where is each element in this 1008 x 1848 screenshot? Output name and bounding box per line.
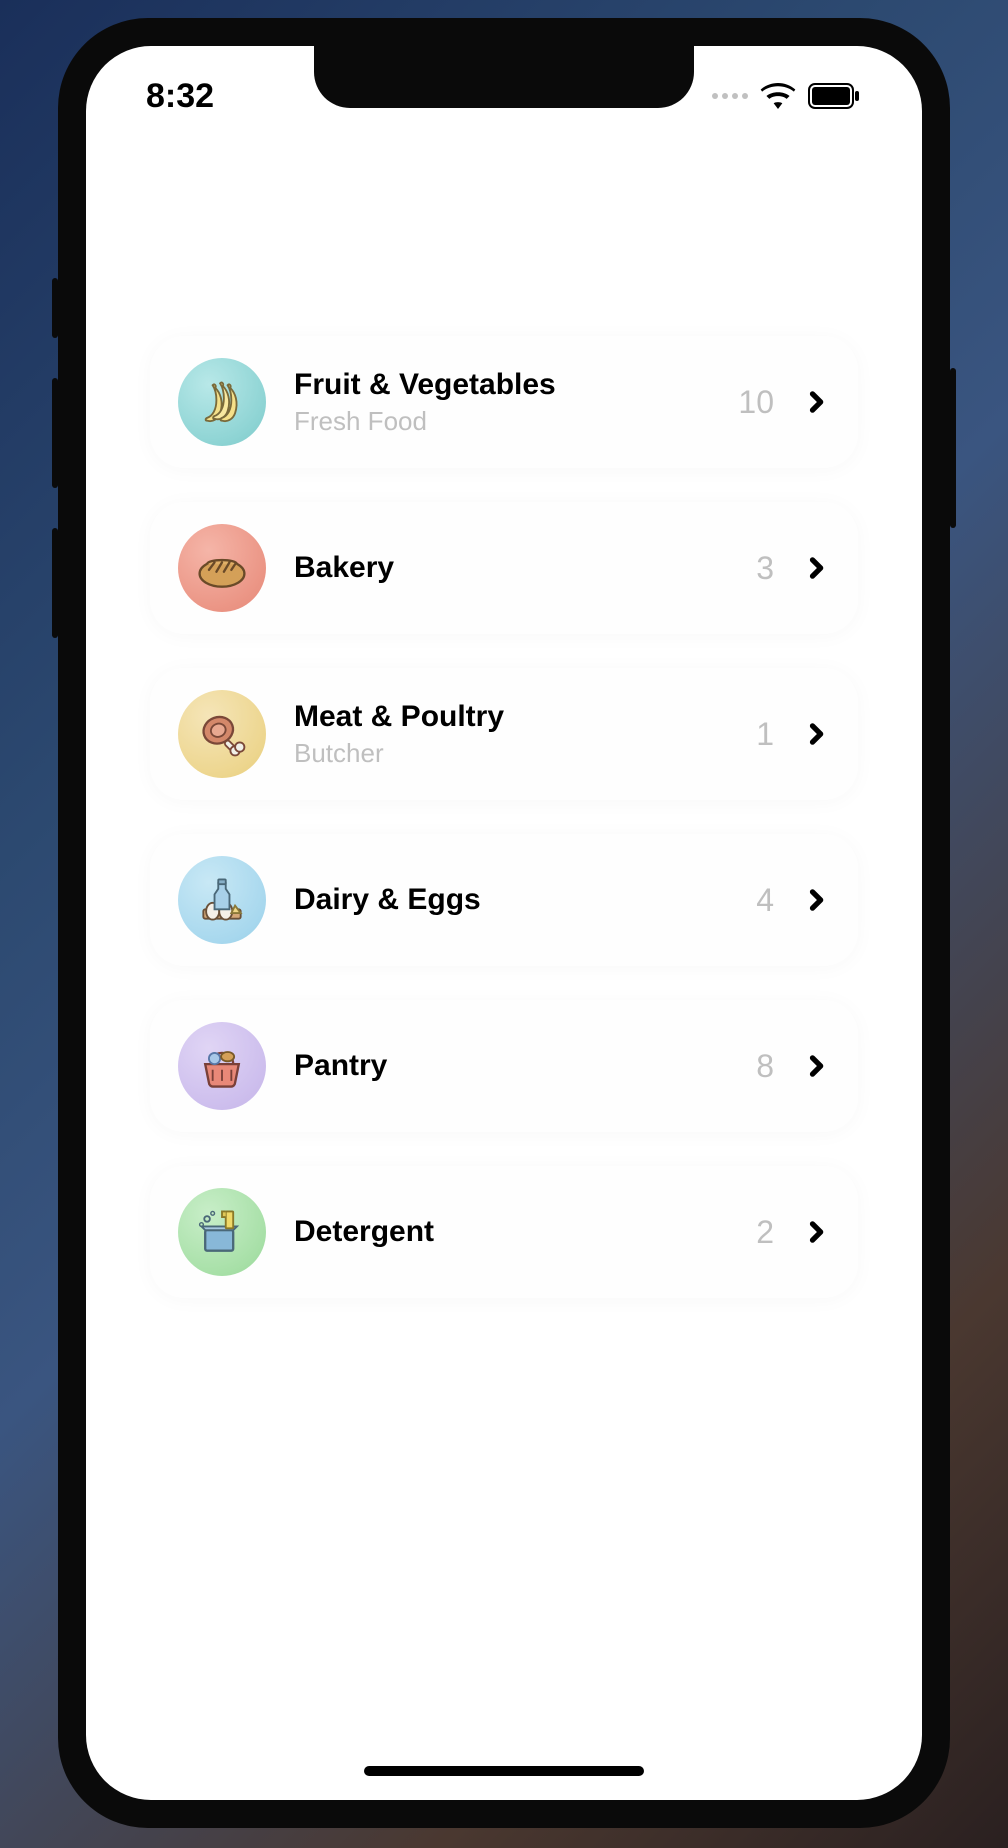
category-title: Detergent xyxy=(294,1215,756,1249)
battery-icon xyxy=(808,83,862,109)
category-text: Fruit & Vegetables Fresh Food xyxy=(294,368,738,437)
category-count: 3 xyxy=(756,550,774,587)
category-title: Fruit & Vegetables xyxy=(294,368,738,402)
status-icons xyxy=(712,83,862,109)
category-text: Pantry xyxy=(294,1049,756,1083)
home-indicator[interactable] xyxy=(364,1766,644,1776)
category-text: Detergent xyxy=(294,1215,756,1249)
bread-icon xyxy=(178,524,266,612)
cellular-icon xyxy=(712,93,748,99)
category-row-meat-poultry[interactable]: Meat & Poultry Butcher1 xyxy=(150,668,858,800)
cleaning-icon xyxy=(178,1188,266,1276)
banana-icon xyxy=(178,358,266,446)
chevron-right-icon xyxy=(802,554,830,582)
chevron-right-icon xyxy=(802,1218,830,1246)
category-title: Dairy & Eggs xyxy=(294,883,756,917)
category-text: Meat & Poultry Butcher xyxy=(294,700,756,769)
category-list: Fruit & Vegetables Fresh Food10 Bakery3 Mea… xyxy=(150,336,858,1298)
category-count: 2 xyxy=(756,1214,774,1251)
status-time: 8:32 xyxy=(146,77,214,116)
category-count: 10 xyxy=(738,384,774,421)
category-row-pantry[interactable]: Pantry8 xyxy=(150,1000,858,1132)
phone-right-buttons xyxy=(950,368,956,528)
category-text: Dairy & Eggs xyxy=(294,883,756,917)
category-count: 4 xyxy=(756,882,774,919)
category-title: Pantry xyxy=(294,1049,756,1083)
category-title: Meat & Poultry xyxy=(294,700,756,734)
phone-frame: 8:32 Fruit & Vegetab xyxy=(58,18,950,1828)
chevron-right-icon xyxy=(802,886,830,914)
dairy-icon xyxy=(178,856,266,944)
category-subtitle: Fresh Food xyxy=(294,406,738,437)
phone-notch xyxy=(314,46,694,108)
category-row-fruit-vegetables[interactable]: Fruit & Vegetables Fresh Food10 xyxy=(150,336,858,468)
meat-icon xyxy=(178,690,266,778)
category-text: Bakery xyxy=(294,551,756,585)
phone-screen: 8:32 Fruit & Vegetab xyxy=(86,46,922,1800)
category-title: Bakery xyxy=(294,551,756,585)
category-row-detergent[interactable]: Detergent2 xyxy=(150,1166,858,1298)
category-subtitle: Butcher xyxy=(294,738,756,769)
chevron-right-icon xyxy=(802,388,830,416)
basket-icon xyxy=(178,1022,266,1110)
category-count: 8 xyxy=(756,1048,774,1085)
wifi-icon xyxy=(760,83,796,109)
content-area: Fruit & Vegetables Fresh Food10 Bakery3 Mea… xyxy=(86,46,922,1298)
category-count: 1 xyxy=(756,716,774,753)
category-row-bakery[interactable]: Bakery3 xyxy=(150,502,858,634)
category-row-dairy-eggs[interactable]: Dairy & Eggs4 xyxy=(150,834,858,966)
phone-left-buttons xyxy=(52,278,58,638)
chevron-right-icon xyxy=(802,1052,830,1080)
chevron-right-icon xyxy=(802,720,830,748)
